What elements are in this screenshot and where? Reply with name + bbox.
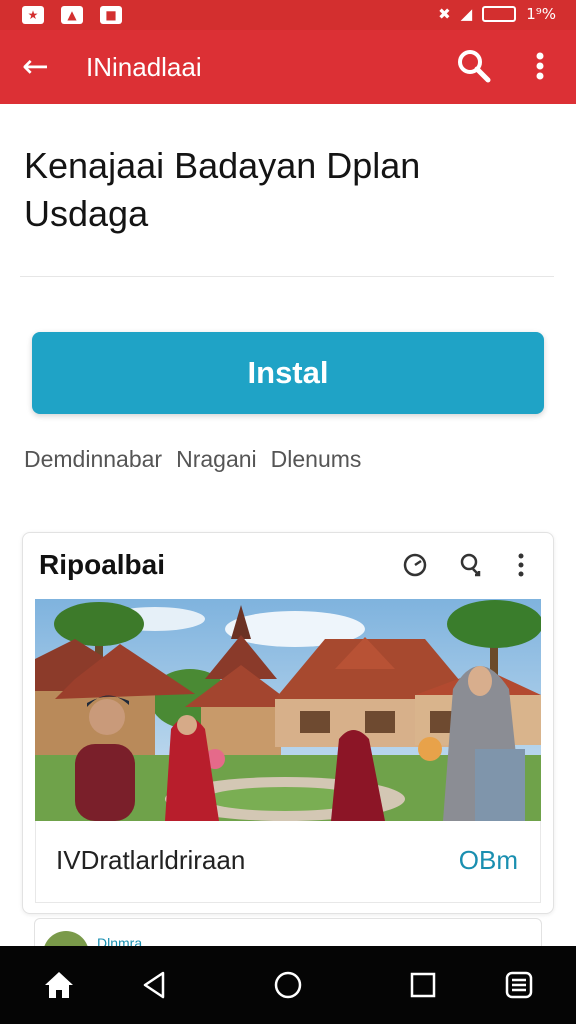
more-vert-icon[interactable] xyxy=(513,551,529,579)
app-notification-icon: ■ xyxy=(100,6,122,24)
app-bar-title: INinadlaai xyxy=(86,52,202,82)
app-notification-icon: ▲ xyxy=(61,6,83,24)
app-notification-icon: ★ xyxy=(22,6,44,24)
home-circle-icon[interactable] xyxy=(269,966,307,1004)
card-image[interactable] xyxy=(35,599,541,821)
meta-item: Demdinnabar xyxy=(24,446,163,472)
battery-icon xyxy=(482,6,517,22)
divider xyxy=(20,276,554,277)
recents-icon[interactable] xyxy=(404,966,442,1004)
arrow-left-icon[interactable]: ← xyxy=(22,46,58,86)
card-footer-action[interactable]: OBm xyxy=(459,845,518,876)
app-bar: ← INinadlaai xyxy=(0,30,576,104)
install-button[interactable]: Instal xyxy=(32,332,544,414)
meta-item: Dlenums xyxy=(270,446,362,472)
signal-icon: ◢ xyxy=(460,5,473,23)
back-icon[interactable] xyxy=(136,966,174,1004)
card-footer: IVDratlarldriraan OBm xyxy=(35,821,541,903)
card-title: Ripoalbai xyxy=(39,549,166,580)
timer-icon[interactable] xyxy=(401,551,429,579)
mute-icon: ✖ xyxy=(438,5,451,23)
page-title: Kenajaai Badayan Dplan Usdaga xyxy=(24,145,421,234)
battery-percent: 1⁹% xyxy=(526,5,556,23)
home-icon[interactable] xyxy=(40,966,78,1004)
status-bar: ★ ▲ ■ ✖ ◢ 1⁹% xyxy=(0,0,576,30)
menu-icon[interactable] xyxy=(500,966,538,1004)
meta-item: Nragani xyxy=(176,446,257,472)
search-icon[interactable] xyxy=(456,48,492,84)
more-vert-icon[interactable] xyxy=(528,48,552,84)
navigation-bar xyxy=(0,946,576,1024)
meta-row: Demdinnabar Nragani Dlenums xyxy=(24,446,361,473)
content-card[interactable]: Ripoalbai IVDratlarldriraan OBm xyxy=(22,532,554,914)
share-icon[interactable] xyxy=(457,551,485,579)
card-footer-text: IVDratlarldriraan xyxy=(56,845,246,875)
